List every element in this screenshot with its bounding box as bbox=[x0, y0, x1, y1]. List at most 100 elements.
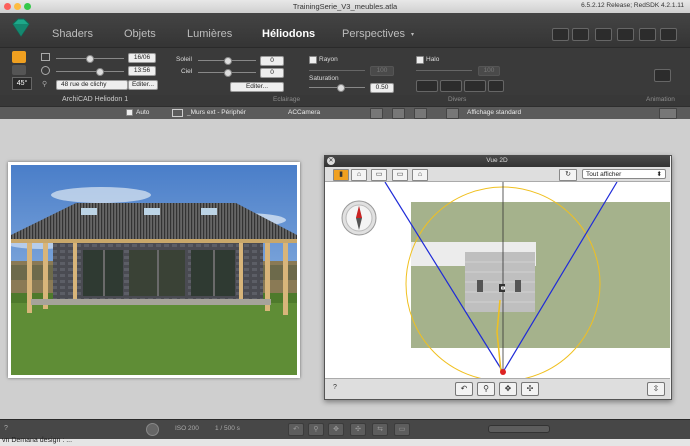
halo-slider[interactable] bbox=[416, 70, 472, 71]
close-panel-icon[interactable]: ✕ bbox=[327, 157, 335, 165]
transfer-icon[interactable] bbox=[572, 28, 589, 41]
refresh-icon[interactable]: ↻ bbox=[559, 169, 577, 181]
aperture-icon[interactable] bbox=[146, 423, 159, 436]
time-field[interactable]: 13:56 bbox=[128, 66, 156, 76]
bottom-help-button[interactable]: ? bbox=[4, 425, 8, 432]
fit-bottom-icon[interactable]: ✣ bbox=[350, 423, 366, 436]
location-pin-icon: ⚲ bbox=[42, 81, 48, 88]
pan-icon[interactable]: ✥ bbox=[499, 382, 517, 396]
compass-tool-icon[interactable] bbox=[12, 51, 26, 63]
angle-readout[interactable]: 45° bbox=[12, 77, 32, 90]
calendar-icon bbox=[41, 53, 50, 61]
camera-icon[interactable] bbox=[617, 28, 634, 41]
auto-label: Auto bbox=[136, 109, 150, 116]
plan-drawing bbox=[341, 182, 670, 378]
rayon-label: Rayon bbox=[319, 56, 338, 63]
windows-icon[interactable] bbox=[595, 28, 612, 41]
clock-icon bbox=[41, 66, 50, 75]
soleil-field[interactable]: 0 bbox=[260, 56, 284, 66]
app-version: 6.5.2.12 Release; RedSDK 4.2.1.11 bbox=[581, 2, 684, 9]
filter-select-label: Tout afficher bbox=[586, 171, 622, 178]
house-tool-icon[interactable]: ⌂ bbox=[351, 169, 367, 181]
frame-icon[interactable] bbox=[639, 28, 656, 41]
toggle-icon[interactable] bbox=[659, 108, 677, 119]
section-eclairage: Eclairage bbox=[273, 96, 301, 103]
perspectives-dropdown-icon[interactable]: ▾ bbox=[411, 31, 414, 38]
tab-lumieres[interactable]: Lumières bbox=[187, 28, 232, 40]
render-viewport[interactable] bbox=[11, 165, 297, 375]
chevron-down-icon: ⬍ bbox=[656, 171, 662, 178]
tab-shaders[interactable]: Shaders bbox=[52, 28, 93, 40]
fit-view-icon[interactable] bbox=[392, 108, 405, 119]
saturation-field[interactable]: 0.50 bbox=[370, 83, 394, 93]
soleil-label: Soleil bbox=[176, 56, 192, 63]
tab-heliodons[interactable]: Héliodons bbox=[262, 28, 315, 40]
view-2d-bottom-bar bbox=[325, 378, 670, 399]
date-field[interactable]: 16/06 bbox=[128, 53, 156, 63]
saturation-slider[interactable] bbox=[309, 84, 365, 92]
sync-icon[interactable]: ⇆ bbox=[372, 423, 388, 436]
timeline-scrollbar[interactable] bbox=[488, 425, 550, 433]
tab-perspectives[interactable]: Perspectives bbox=[342, 28, 405, 40]
date-slider[interactable] bbox=[56, 55, 124, 63]
ciel-field[interactable]: 0 bbox=[260, 68, 284, 78]
floor-tool-icon[interactable]: ▭ bbox=[371, 169, 387, 181]
shutter-value[interactable]: 1 / 500 s bbox=[215, 425, 240, 432]
pan-bottom-icon[interactable]: ✥ bbox=[328, 423, 344, 436]
status-strip bbox=[0, 439, 690, 446]
frame-bottom-icon[interactable]: ▭ bbox=[394, 423, 410, 436]
rayon-slider[interactable] bbox=[309, 70, 365, 71]
zoom-bottom-icon[interactable]: ⚲ bbox=[308, 423, 324, 436]
navigate-icon[interactable]: ⇳ bbox=[647, 382, 665, 396]
zoom-icon[interactable]: ⚲ bbox=[477, 382, 495, 396]
ciel-slider[interactable] bbox=[198, 69, 256, 77]
section-animation: Animation bbox=[646, 96, 675, 103]
saturation-label: Saturation bbox=[309, 75, 339, 82]
console-icon[interactable] bbox=[660, 28, 677, 41]
bottom-bar bbox=[0, 419, 690, 440]
view-2d-title: Vue 2D bbox=[324, 155, 670, 167]
undo-icon[interactable]: ↶ bbox=[288, 423, 304, 436]
auto-checkbox[interactable] bbox=[126, 109, 133, 116]
rendered-house-image bbox=[11, 165, 297, 375]
ciel-label: Ciel bbox=[181, 68, 193, 75]
location-select[interactable]: 48 rue de clichy bbox=[56, 80, 128, 90]
iso-value[interactable]: ISO 200 bbox=[175, 425, 199, 432]
time-slider[interactable] bbox=[56, 68, 124, 76]
undo-view-icon[interactable]: ↶ bbox=[455, 382, 473, 396]
view-tool-3-icon[interactable] bbox=[414, 108, 427, 119]
lighting-edit-button[interactable]: Editer... bbox=[230, 82, 284, 92]
help-button[interactable]: ? bbox=[333, 384, 337, 391]
halo-checkbox[interactable] bbox=[416, 56, 424, 64]
section-divers: Divers bbox=[448, 96, 467, 103]
halo-preset-1[interactable] bbox=[416, 80, 438, 92]
halo-preset-3[interactable] bbox=[464, 80, 486, 92]
home-outline-icon[interactable]: ⌂ bbox=[412, 169, 428, 181]
camera-name[interactable]: ACCamera bbox=[288, 109, 320, 116]
halo-field[interactable]: 100 bbox=[478, 66, 500, 76]
filter-select[interactable]: Tout afficher ⬍ bbox=[582, 169, 666, 179]
video-camera-icon[interactable] bbox=[654, 69, 671, 82]
heliodon-edit-button[interactable]: Editer... bbox=[128, 80, 158, 90]
roof-tool-icon[interactable]: ▭ bbox=[392, 169, 408, 181]
hand-tool-icon[interactable] bbox=[12, 65, 26, 75]
layer-name[interactable]: _Murs ext - Périphér bbox=[187, 109, 246, 116]
status-text: vn Demana design : ... bbox=[2, 437, 73, 444]
rayon-checkbox[interactable] bbox=[309, 56, 317, 64]
halo-preset-4[interactable] bbox=[488, 80, 504, 92]
tab-objets[interactable]: Objets bbox=[124, 28, 156, 40]
halo-preset-2[interactable] bbox=[440, 80, 462, 92]
rayon-field[interactable]: 100 bbox=[370, 66, 394, 76]
display-mode-label[interactable]: Affichage standard bbox=[467, 109, 521, 116]
soleil-slider[interactable] bbox=[198, 57, 256, 65]
fit-all-icon[interactable]: ✣ bbox=[521, 382, 539, 396]
heliodon-name: ArchiCAD Heliodon 1 bbox=[62, 96, 129, 103]
display-mode-icon[interactable] bbox=[446, 108, 459, 119]
app-logo-icon bbox=[12, 18, 30, 37]
layer-icon bbox=[172, 109, 183, 117]
view-tool-1-icon[interactable] bbox=[370, 108, 383, 119]
export-icon[interactable] bbox=[552, 28, 569, 41]
halo-label: Halo bbox=[426, 56, 440, 63]
select-tool-icon[interactable]: ▮ bbox=[333, 169, 349, 181]
plan-canvas[interactable] bbox=[325, 182, 670, 378]
